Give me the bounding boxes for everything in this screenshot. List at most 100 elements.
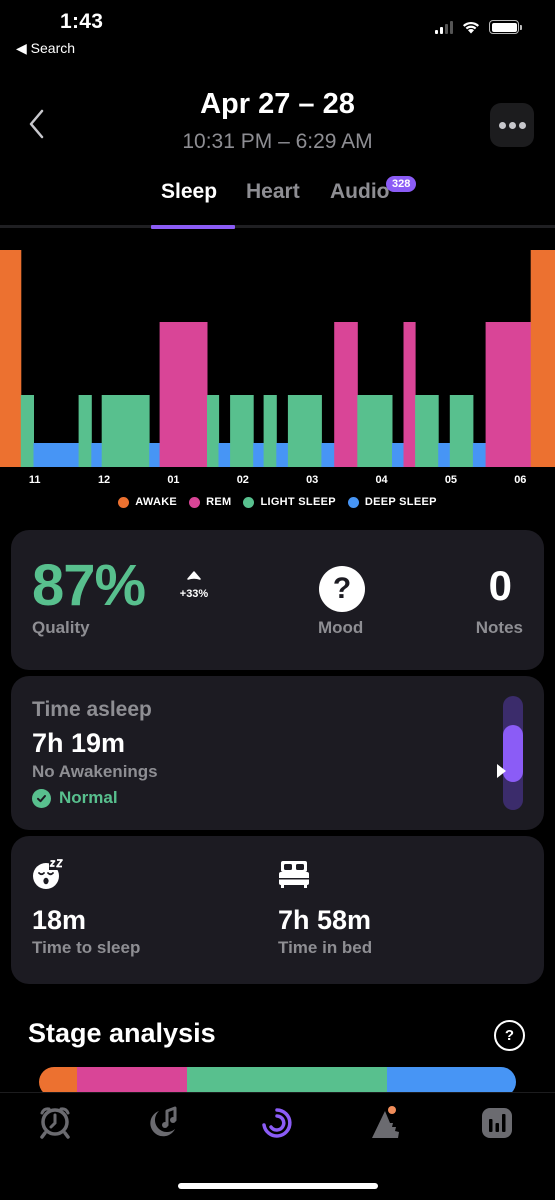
x-tick-label: 11 bbox=[29, 474, 41, 486]
tabbar-sleep-sounds[interactable] bbox=[145, 1105, 181, 1141]
sleep-stage-chart[interactable]: 11 12 01 02 03 04 05 06 bbox=[0, 240, 555, 500]
segment-light bbox=[357, 395, 393, 467]
time-asleep-card[interactable]: Time asleep 7h 19m No Awakenings Normal bbox=[11, 676, 544, 830]
tabbar-alarm[interactable] bbox=[37, 1105, 73, 1141]
battery-icon bbox=[489, 20, 522, 34]
segment-deep bbox=[91, 443, 103, 467]
segment-awake bbox=[530, 250, 555, 467]
legend-item-deep: DEEP SLEEP bbox=[347, 496, 437, 508]
sleeping-face-icon bbox=[33, 859, 64, 889]
legend-dot-icon bbox=[189, 496, 201, 508]
time-asleep-label: Time asleep bbox=[32, 698, 152, 721]
legend-item-awake: AWAKE bbox=[118, 496, 177, 508]
sleep-times-card: 18m Time to sleep 7h 58m Time in bed bbox=[11, 836, 544, 984]
legend-dot-icon bbox=[118, 496, 130, 508]
awakenings-text: No Awakenings bbox=[32, 762, 158, 781]
snore-wave-icon bbox=[372, 1106, 399, 1138]
quality-label: Quality bbox=[32, 618, 90, 637]
segment-light bbox=[449, 395, 474, 467]
ellipsis-dot bbox=[518, 121, 526, 129]
x-tick-label: 06 bbox=[514, 474, 526, 486]
segment-deep bbox=[321, 443, 335, 467]
segment-deep bbox=[149, 443, 161, 467]
segment-awake bbox=[0, 250, 22, 467]
legend-label: REM bbox=[206, 496, 232, 508]
time-asleep-value: 7h 19m bbox=[32, 728, 126, 758]
segment-deep bbox=[218, 443, 231, 467]
tab-sleep[interactable]: Sleep bbox=[161, 180, 217, 204]
page-title: Apr 27 – 28 bbox=[200, 88, 355, 120]
legend-dot-icon bbox=[243, 496, 255, 508]
time-in-bed: 7h 58m Time in bed bbox=[278, 858, 372, 958]
tab-audio[interactable]: Audio bbox=[330, 180, 389, 204]
segment-rem bbox=[485, 322, 532, 467]
tab-heart[interactable]: Heart bbox=[246, 180, 300, 204]
segment-light bbox=[287, 395, 322, 467]
moon-music-icon bbox=[150, 1106, 177, 1137]
ellipsis-dot bbox=[508, 121, 516, 129]
ellipsis-icon bbox=[498, 121, 506, 129]
segment-deep bbox=[438, 443, 451, 467]
active-tab-indicator bbox=[151, 225, 235, 229]
tab-track bbox=[0, 225, 555, 228]
bed-icon bbox=[279, 861, 309, 888]
mood-label: Mood bbox=[318, 618, 364, 637]
legend-item-rem: REM bbox=[189, 496, 231, 508]
legend-label: AWAKE bbox=[135, 496, 178, 508]
quality-trend: +33% bbox=[174, 568, 214, 600]
segment-rem bbox=[159, 322, 208, 467]
quality-value: 87% bbox=[32, 553, 146, 618]
home-indicator[interactable] bbox=[178, 1183, 378, 1189]
status-time: 1:43 bbox=[60, 10, 104, 33]
help-question-icon[interactable]: ? bbox=[494, 1020, 525, 1051]
segment-rem bbox=[403, 322, 416, 467]
segment-deep bbox=[253, 443, 265, 467]
segment-light bbox=[415, 395, 439, 467]
segment-deep bbox=[392, 443, 405, 467]
status-text: Normal bbox=[59, 788, 118, 807]
time-in-bed-label: Time in bed bbox=[278, 938, 373, 957]
segment-light bbox=[207, 395, 220, 467]
more-options-button[interactable] bbox=[490, 103, 534, 147]
bar-chart-icon bbox=[482, 1108, 512, 1138]
legend-dot-icon bbox=[347, 496, 359, 508]
wifi-icon bbox=[463, 21, 479, 34]
segment-light bbox=[230, 395, 254, 467]
hypnogram-svg: 11 12 01 02 03 04 05 06 bbox=[0, 250, 555, 486]
back-to-app-link[interactable]: ◀ Search bbox=[16, 40, 75, 57]
trend-value: +33% bbox=[179, 588, 209, 600]
notes-label: Notes bbox=[475, 618, 523, 637]
alarm-clock-icon bbox=[40, 1107, 70, 1139]
mood-question-icon[interactable]: ? bbox=[319, 566, 365, 612]
time-to-sleep-label: Time to sleep bbox=[32, 938, 141, 957]
segment-light bbox=[20, 395, 34, 467]
stage-analysis-title: Stage analysis bbox=[28, 1018, 216, 1048]
tabbar-snoring[interactable] bbox=[368, 1105, 404, 1141]
time-to-sleep-value: 18m bbox=[32, 905, 87, 935]
cellular-signal-icon bbox=[435, 20, 453, 34]
x-tick-label: 12 bbox=[98, 474, 110, 486]
segment-light bbox=[101, 395, 150, 467]
normal-range-fill bbox=[503, 724, 523, 782]
segment-rem bbox=[334, 322, 358, 467]
chart-legend: AWAKE REM LIGHT SLEEP DEEP SLEEP bbox=[0, 496, 555, 508]
progress-ring-icon bbox=[262, 1108, 292, 1138]
segment-light bbox=[263, 395, 277, 467]
check-circle-icon bbox=[32, 788, 51, 808]
tabbar-sleep-analysis[interactable] bbox=[259, 1105, 295, 1141]
legend-label: DEEP SLEEP bbox=[364, 496, 437, 508]
legend-item-light: LIGHT SLEEP bbox=[243, 496, 336, 508]
tabbar-statistics[interactable] bbox=[479, 1105, 515, 1141]
sleep-duration-gauge bbox=[497, 696, 523, 810]
segment-deep bbox=[33, 443, 80, 467]
quality-card: 87% Quality +33% ? Mood 0 Notes bbox=[11, 530, 544, 670]
segment-light bbox=[78, 395, 92, 467]
current-value-pointer bbox=[497, 764, 506, 779]
status-icons bbox=[435, 20, 522, 34]
notes-count[interactable]: 0 bbox=[489, 562, 512, 610]
audio-count-badge: 328 bbox=[386, 176, 417, 192]
tab-bar-top: Sleep Heart Audio bbox=[0, 180, 555, 228]
time-in-bed-value: 7h 58m bbox=[278, 905, 372, 935]
status-badge: Normal bbox=[32, 788, 118, 808]
legend-label: LIGHT SLEEP bbox=[260, 496, 336, 508]
